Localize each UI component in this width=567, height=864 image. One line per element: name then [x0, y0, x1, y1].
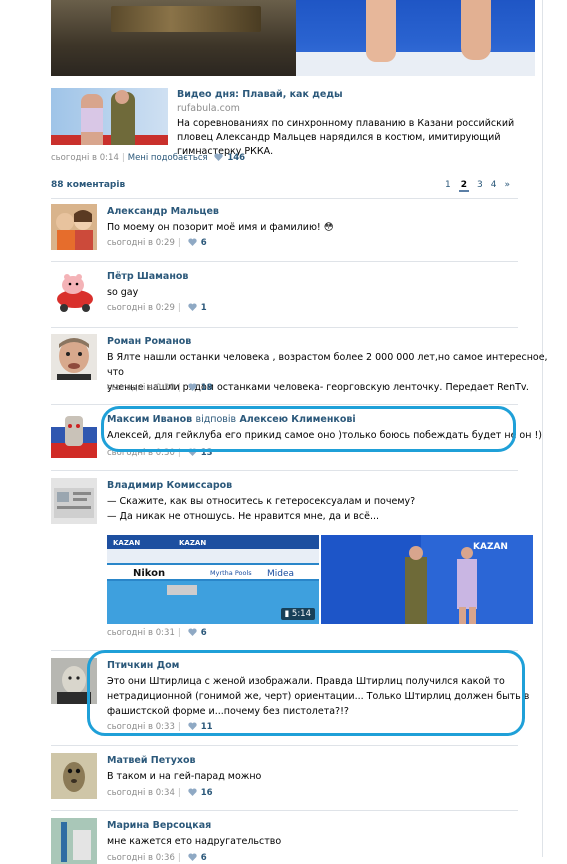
video-title-link[interactable]: Видео дня: Плавай, как деды [177, 89, 343, 100]
comment-meta: сьогодні в 0:29 | 6 [107, 238, 207, 248]
comment-meta: сьогодні в 0:34 | 16 [107, 788, 213, 798]
comment-author[interactable]: Александр Мальцев [107, 206, 219, 217]
comment-like-count: 1 [200, 303, 207, 313]
comment-author[interactable]: Роман Романов [107, 336, 191, 347]
heart-icon[interactable] [188, 788, 197, 796]
avatar[interactable] [51, 334, 97, 380]
video-icon: ▮ [284, 609, 292, 619]
comment-text: мне кажется ето надругательство [107, 836, 282, 847]
avatar[interactable] [51, 753, 97, 799]
comment-text: По моему он позорит моё имя и фамилию! 😳 [107, 222, 334, 233]
comment-time[interactable]: сьогодні в 0:31 [107, 628, 175, 638]
avatar[interactable] [51, 412, 97, 458]
comment-time[interactable]: сьогодні в 0:36 [107, 853, 175, 863]
divider [51, 261, 518, 262]
avatar-image [51, 269, 97, 315]
post-like-count: 146 [227, 153, 246, 163]
video-label-kazan-2: KAZAN [179, 539, 206, 547]
avatar[interactable] [51, 204, 97, 250]
attachment-photo[interactable]: KAZAN [321, 535, 533, 624]
highlight-circle [101, 406, 516, 452]
video-source[interactable]: rufabula.com [177, 103, 240, 114]
page-2-current: 2 [458, 180, 469, 192]
comment-like-count: 6 [200, 853, 207, 863]
page-border [542, 0, 543, 857]
comment-time[interactable]: сьогодні в 0:30 [107, 383, 175, 393]
sponsor-nikon: Nikon [133, 568, 165, 579]
divider [51, 198, 518, 199]
comment-text: — Скажите, как вы относитесь к гетеросек… [107, 494, 415, 524]
comment-text: В таком и на гей-парад можно [107, 771, 262, 782]
divider [51, 404, 518, 405]
comment-author[interactable]: Матвей Петухов [107, 755, 196, 766]
comment-time[interactable]: сьогодні в 0:29 [107, 303, 175, 313]
comment-like-count: 6 [200, 238, 207, 248]
comment-time[interactable]: сьогодні в 0:29 [107, 238, 175, 248]
avatar-image [51, 753, 97, 799]
comment-text: so gay [107, 287, 139, 298]
heart-icon[interactable] [188, 238, 197, 246]
comment-text-line: — Да никак не отношусь. Не нравится мне,… [107, 511, 380, 522]
avatar[interactable] [51, 269, 97, 315]
comment-meta: сьогодні в 0:36 | 6 [107, 853, 207, 863]
comments-count[interactable]: 88 коментарів [51, 180, 125, 190]
avatar-image [51, 818, 97, 864]
avatar-image [51, 412, 97, 458]
photo-label-kazan: KAZAN [473, 542, 508, 552]
sponsor-midea: Midea [267, 569, 294, 579]
page-1-link[interactable]: 1 [445, 180, 451, 190]
post-video-image[interactable] [51, 0, 535, 76]
comment-text-line: — Скажите, как вы относитесь к гетеросек… [107, 496, 416, 507]
page-next-link[interactable]: » [504, 180, 510, 190]
video-duration: ▮ 5:14 [280, 608, 315, 620]
comment-like-count: 6 [200, 628, 207, 638]
post-time[interactable]: сьогодні в 0:14 [51, 153, 119, 163]
page-3-link[interactable]: 3 [477, 180, 483, 190]
heart-icon[interactable] [188, 628, 197, 636]
comment-author[interactable]: Марина Версоцкая [107, 820, 211, 831]
attachment-video[interactable]: KAZAN KAZAN Nikon Myrtha Pools Midea ▮ 5… [107, 535, 319, 624]
avatar[interactable] [51, 818, 97, 864]
comment-like-count: 18 [200, 383, 213, 393]
photo-preview-image: KAZAN [321, 535, 533, 624]
heart-icon[interactable] [188, 303, 197, 311]
divider [51, 810, 518, 811]
comment-meta: сьогодні в 0:30 | 18 [107, 383, 213, 393]
avatar-image [51, 478, 97, 524]
comments-pagination: 1 2 3 4 » [445, 180, 518, 192]
page-4-link[interactable]: 4 [491, 180, 497, 190]
video-thumbnail[interactable] [51, 88, 168, 145]
comment-time[interactable]: сьогодні в 0:34 [107, 788, 175, 798]
comment-text-line: В Ялте нашли останки человека , возрасто… [107, 352, 548, 378]
avatar-image [51, 204, 97, 250]
highlight-circle [87, 650, 525, 736]
heart-icon[interactable] [188, 383, 197, 391]
divider [51, 470, 518, 471]
avatar[interactable] [51, 478, 97, 524]
comment-meta: сьогодні в 0:29 | 1 [107, 303, 207, 313]
sponsor-myrtha: Myrtha Pools [210, 569, 252, 577]
comment-like-count: 16 [200, 788, 213, 798]
divider [51, 327, 518, 328]
post-meta: сьогодні в 0:14 | Мені подобається 146 [51, 153, 246, 163]
post-like-button[interactable]: Мені подобається [128, 153, 208, 163]
video-label-kazan: KAZAN [113, 539, 140, 547]
comment-meta: сьогодні в 0:31 | 6 [107, 628, 207, 638]
avatar-image [51, 334, 97, 380]
comment-author[interactable]: Владимир Комиссаров [107, 480, 232, 491]
divider [51, 745, 518, 746]
heart-icon[interactable] [214, 153, 223, 161]
heart-icon[interactable] [188, 853, 197, 861]
comment-author[interactable]: Пётр Шаманов [107, 271, 188, 282]
